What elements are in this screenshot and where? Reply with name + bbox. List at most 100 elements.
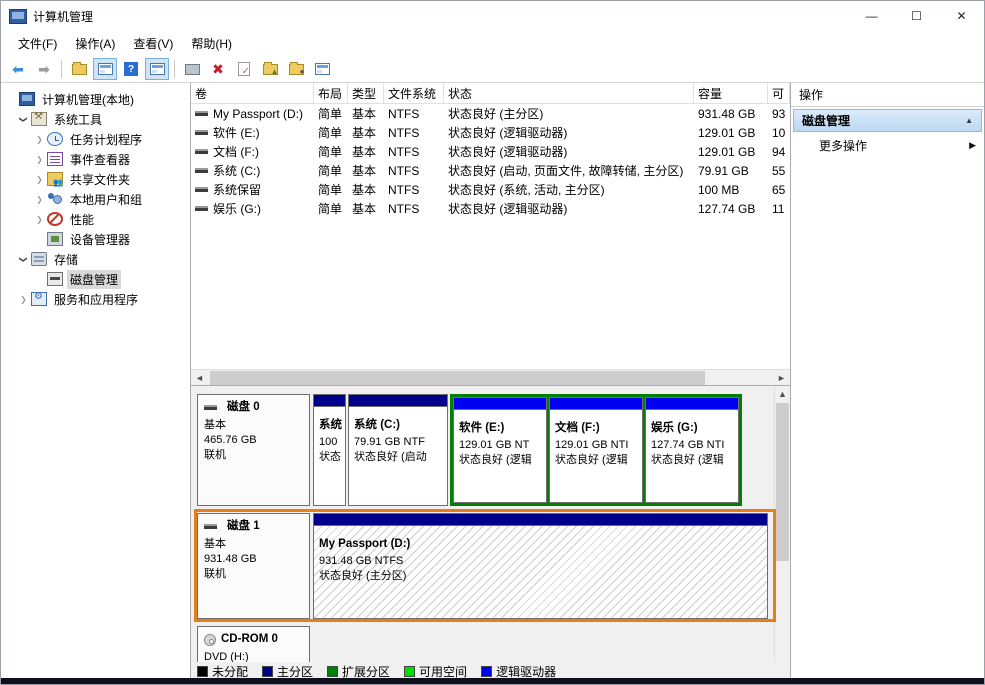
computer-management-window: 计算机管理 — ☐ ✕ 文件(F) 操作(A) 查看(V) 帮助(H) ? ▲ … [0,0,985,685]
chevron-right-icon[interactable] [17,295,30,304]
forward-icon [38,61,50,78]
performance-icon [47,212,63,226]
partition-e[interactable]: 软件 (E:) 129.01 GB NT 状态良好 (逻辑 [453,397,547,503]
chevron-right-icon[interactable] [33,175,46,184]
volume-row-d[interactable]: My Passport (D:) 简单 基本 NTFS 状态良好 (主分区) 9… [191,104,790,123]
volume-row-sysres[interactable]: 系统保留 简单 基本 NTFS 状态良好 (系统, 活动, 主分区) 100 M… [191,180,790,199]
cdrom-label[interactable]: CD-ROM 0 DVD (H:) [197,626,310,662]
toolbar-separator [61,60,62,78]
scroll-right-icon[interactable] [773,370,790,386]
legend-swatch [404,666,415,677]
chevron-right-icon[interactable] [33,195,46,204]
console-tree-pane: 计算机管理(本地) 系统工具 任务计划程序 事件查看器 共享文件夹 本地用户和组… [1,83,191,678]
console-tree-icon [98,63,113,75]
tree-item-disk-management[interactable]: 磁盘管理 [1,269,190,289]
menu-action[interactable]: 操作(A) [66,31,124,56]
search-folder-button[interactable]: ● [284,58,308,80]
title-bar: 计算机管理 — ☐ ✕ [1,1,984,31]
volume-row-c[interactable]: 系统 (C:) 简单 基本 NTFS 状态良好 (启动, 页面文件, 故障转储,… [191,161,790,180]
new-window-button[interactable] [310,58,334,80]
column-capacity[interactable]: 容量 [694,83,768,103]
folder-up-icon: ▲ [263,64,278,75]
volume-row-f[interactable]: 文档 (F:) 简单 基本 NTFS 状态良好 (逻辑驱动器) 129.01 G… [191,142,790,161]
partition-my-passport-d[interactable]: My Passport (D:) 931.48 GB NTFS 状态良好 (主分… [313,513,768,619]
legend-free-space: 可用空间 [404,663,467,680]
column-free[interactable]: 可 [768,83,790,103]
partition-f[interactable]: 文档 (F:) 129.01 GB NTI 状态良好 (逻辑 [549,397,643,503]
tree-item-event-viewer[interactable]: 事件查看器 [1,149,190,169]
column-status[interactable]: 状态 [444,83,694,103]
show-window-button[interactable] [145,58,169,80]
column-volume[interactable]: 卷 [191,83,314,103]
column-layout[interactable]: 布局 [314,83,348,103]
column-type[interactable]: 类型 [348,83,384,103]
menu-file[interactable]: 文件(F) [9,31,66,56]
actions-section-disk-management[interactable]: 磁盘管理 ▲ [793,109,982,132]
back-button[interactable] [6,58,30,80]
legend-extended: 扩展分区 [327,663,390,680]
forward-button[interactable] [32,58,56,80]
chevron-down-icon[interactable] [17,115,30,124]
partition-c[interactable]: 系统 (C:) 79.91 GB NTF 状态良好 (启动 [348,394,448,506]
partition-system-reserved[interactable]: 系统 100 状态 [313,394,346,506]
menu-view[interactable]: 查看(V) [124,31,182,56]
legend-swatch [197,666,208,677]
tree-item-system-tools[interactable]: 系统工具 [1,109,190,129]
import-folder-button[interactable]: ▲ [258,58,282,80]
vertical-scrollbar[interactable] [774,386,790,662]
tree-item-performance[interactable]: 性能 [1,209,190,229]
maximize-button[interactable]: ☐ [894,1,939,31]
chevron-right-icon[interactable] [33,135,46,144]
menu-help[interactable]: 帮助(H) [182,31,241,56]
task-scheduler-icon [47,132,63,146]
column-filesystem[interactable]: 文件系统 [384,83,444,103]
window-bottom-edge [1,678,984,684]
delete-icon [212,61,224,78]
show-console-tree-button[interactable] [93,58,117,80]
logical-drive-strip [550,398,642,410]
vertical-scrollbar-thumb[interactable] [776,403,789,561]
back-icon [12,61,24,78]
tree-item-computer-management[interactable]: 计算机管理(本地) [1,89,190,109]
disk0-label[interactable]: 磁盘 0 基本 465.76 GB 联机 [197,394,310,506]
delete-button[interactable] [206,58,230,80]
disk-icon [204,524,217,529]
check-document-icon [238,62,250,76]
extended-partition-box: 软件 (E:) 129.01 GB NT 状态良好 (逻辑 文档 (F:) 12… [450,394,742,506]
help-button[interactable]: ? [119,58,143,80]
chevron-right-icon[interactable] [33,155,46,164]
tree-item-storage[interactable]: 存储 [1,249,190,269]
checklist-button[interactable] [232,58,256,80]
primary-partition-strip [314,514,767,526]
services-icon [31,292,47,306]
minimize-button[interactable]: — [849,1,894,31]
close-button[interactable]: ✕ [939,1,984,31]
legend-swatch [481,666,492,677]
tree-item-shared-folders[interactable]: 共享文件夹 [1,169,190,189]
monitor-button[interactable] [180,58,204,80]
more-actions-item[interactable]: 更多操作 ▶ [791,132,984,158]
volume-icon [195,149,208,154]
tree-item-task-scheduler[interactable]: 任务计划程序 [1,129,190,149]
disk0-row: 磁盘 0 基本 465.76 GB 联机 系统 100 状态 [197,394,768,506]
up-folder-button[interactable] [67,58,91,80]
actions-pane: 操作 磁盘管理 ▲ 更多操作 ▶ [791,83,984,678]
folder-icon [72,64,87,75]
chevron-down-icon[interactable] [17,255,30,264]
chevron-right-icon[interactable] [33,215,46,224]
tree-item-services-apps[interactable]: 服务和应用程序 [1,289,190,309]
horizontal-scrollbar[interactable] [191,369,790,386]
logical-drive-strip [454,398,546,410]
volume-row-e[interactable]: 软件 (E:) 简单 基本 NTFS 状态良好 (逻辑驱动器) 129.01 G… [191,123,790,142]
horizontal-scrollbar-thumb[interactable] [210,371,705,385]
tree-item-local-users[interactable]: 本地用户和组 [1,189,190,209]
volume-row-g[interactable]: 娱乐 (G:) 简单 基本 NTFS 状态良好 (逻辑驱动器) 127.74 G… [191,199,790,218]
partition-g[interactable]: 娱乐 (G:) 127.74 GB NTI 状态良好 (逻辑 [645,397,739,503]
disk1-label[interactable]: 磁盘 1 基本 931.48 GB 联机 [197,513,310,619]
scroll-up-icon[interactable] [775,386,790,402]
submenu-arrow-icon: ▶ [969,140,976,151]
scroll-left-icon[interactable] [191,370,208,386]
cd-icon [204,634,216,646]
tree-item-device-manager[interactable]: 设备管理器 [1,229,190,249]
collapse-icon[interactable]: ▲ [965,116,973,125]
